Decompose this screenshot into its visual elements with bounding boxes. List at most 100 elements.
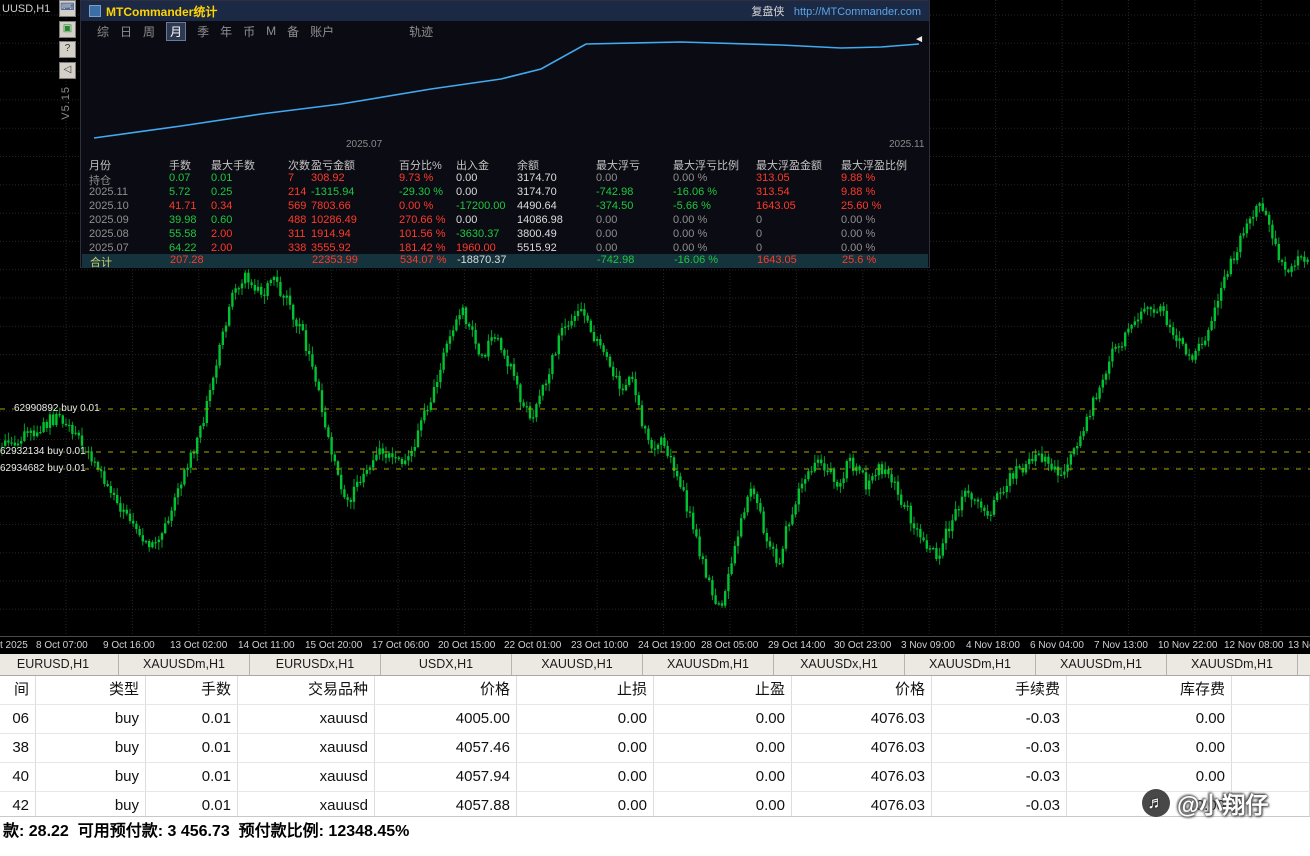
stats-cell: 3800.49 bbox=[517, 228, 557, 240]
commander-panel[interactable]: MTCommander统计 复盘侠 http://MTCommander.com… bbox=[80, 0, 930, 268]
trade-row[interactable]: 38buy0.01xauusd4057.460.000.004076.03-0.… bbox=[0, 734, 1310, 763]
time-axis-label: 8 Oct 07:00 bbox=[36, 640, 88, 651]
commander-menu-item[interactable]: M bbox=[266, 24, 276, 38]
commander-menu: 综日周月季年币M备账户 轨迹 bbox=[81, 21, 929, 41]
stats-cell: 3174.70 bbox=[517, 186, 557, 198]
chart-tab[interactable]: XAUUSD,H1 bbox=[512, 654, 643, 675]
brand-label: 复盘侠 bbox=[751, 6, 784, 18]
help-icon[interactable]: ? bbox=[59, 41, 76, 58]
trade-cell: 手数 bbox=[146, 676, 238, 704]
watermark: ♬ @小翔仔 bbox=[1142, 786, 1268, 820]
trade-cell: 40 bbox=[0, 763, 36, 791]
stats-cell: 0.25 bbox=[211, 186, 232, 198]
stats-cell: 0.60 bbox=[211, 214, 232, 226]
indicator-icon[interactable]: ▣ bbox=[59, 21, 76, 38]
commander-menu-item[interactable]: 季 bbox=[197, 23, 209, 40]
stats-cell: 0.00 bbox=[456, 172, 477, 184]
equity-axis-label: 2025.11 bbox=[889, 139, 924, 150]
stats-cell: 4490.64 bbox=[517, 200, 557, 212]
stats-cell: 2025.10 bbox=[89, 200, 129, 212]
commander-titlebar[interactable]: MTCommander统计 复盘侠 http://MTCommander.com bbox=[81, 1, 929, 21]
trade-cell: 间 bbox=[0, 676, 36, 704]
stats-cell: 3555.92 bbox=[311, 242, 351, 254]
chart-tab[interactable]: EURUSD,H1 bbox=[0, 654, 119, 675]
stats-cell: -3630.37 bbox=[456, 228, 499, 240]
stats-cell: 最大浮亏比例 bbox=[673, 157, 739, 173]
music-note-icon: ♬ bbox=[1142, 789, 1170, 817]
time-axis-label: 24 Oct 19:00 bbox=[638, 640, 695, 651]
trade-cell: buy bbox=[36, 763, 146, 791]
chart-tab[interactable]: XAUUSDm,H1 bbox=[119, 654, 250, 675]
keyboard-icon[interactable]: ⌨ bbox=[59, 0, 76, 17]
stats-cell: 0.00 % bbox=[841, 242, 875, 254]
stats-cell: 0.00 bbox=[596, 214, 617, 226]
stats-cell: 0.07 bbox=[169, 172, 190, 184]
commander-menu-item[interactable]: 备 bbox=[287, 23, 299, 40]
time-axis[interactable]: t 20258 Oct 07:009 Oct 16:0013 Oct 02:00… bbox=[0, 636, 1310, 654]
time-axis-label: 10 Nov 22:00 bbox=[1158, 640, 1218, 651]
stats-cell: 0 bbox=[756, 228, 762, 240]
stats-cell: 270.66 % bbox=[399, 214, 445, 226]
order-line-label[interactable]: 62934682 buy 0.01 bbox=[0, 463, 86, 474]
stats-header-row: 月份手数最大手数次数盈亏金额百分比%出入金余额最大浮亏最大浮亏比例最大浮盈金额最… bbox=[81, 157, 929, 171]
stats-cell: 盈亏金额 bbox=[311, 157, 355, 173]
commander-menu-item[interactable]: 月 bbox=[166, 22, 186, 41]
chart-end-arrow-icon[interactable]: ◄ bbox=[914, 34, 924, 45]
stats-cell: 534.07 % bbox=[400, 254, 446, 266]
trade-cell: 0.01 bbox=[146, 763, 238, 791]
chart-tab[interactable]: USDX,H1 bbox=[381, 654, 512, 675]
stats-cell: 0.00 % bbox=[841, 214, 875, 226]
stats-cell: 338 bbox=[288, 242, 306, 254]
stats-cell: 0.00 % bbox=[841, 228, 875, 240]
commander-menu-item[interactable]: 账户 bbox=[310, 23, 334, 40]
stats-cell: 9.88 % bbox=[841, 172, 875, 184]
stats-cell: 7 bbox=[288, 172, 294, 184]
stats-cell: 2025.07 bbox=[89, 242, 129, 254]
commander-menu-item-track[interactable]: 轨迹 bbox=[409, 23, 433, 40]
chart-tab[interactable]: XAUUSDm,H1 bbox=[1036, 654, 1167, 675]
time-axis-label: 22 Oct 01:00 bbox=[504, 640, 561, 651]
commander-menu-item[interactable]: 年 bbox=[220, 23, 232, 40]
chart-tab[interactable]: XAUUSDx,H1 bbox=[774, 654, 905, 675]
stats-cell: -742.98 bbox=[596, 186, 633, 198]
chart-tab[interactable]: XAUUSDm,H1 bbox=[905, 654, 1036, 675]
brand-url-link[interactable]: http://MTCommander.com bbox=[794, 6, 921, 18]
stats-cell: -29.30 % bbox=[399, 186, 443, 198]
chart-tab[interactable]: EURUSDx,H1 bbox=[250, 654, 381, 675]
symbol-period-label: UUSD,H1 bbox=[2, 3, 50, 15]
order-line-label[interactable]: 62932134 buy 0.01 bbox=[0, 446, 86, 457]
order-line-label[interactable]: 62990892 buy 0.01 bbox=[14, 403, 100, 414]
trade-cell: 0.00 bbox=[517, 734, 654, 762]
commander-menu-item[interactable]: 日 bbox=[120, 23, 132, 40]
stats-cell: 手数 bbox=[169, 157, 191, 173]
stats-cell: 次数 bbox=[288, 157, 310, 173]
time-axis-label: 30 Oct 23:00 bbox=[834, 640, 891, 651]
trade-cell: 价格 bbox=[375, 676, 517, 704]
collapse-icon[interactable]: ◁ bbox=[59, 62, 76, 79]
time-axis-label: 9 Oct 16:00 bbox=[103, 640, 155, 651]
trade-cell: buy bbox=[36, 705, 146, 733]
stats-cell: 0.00 bbox=[456, 186, 477, 198]
chart-tab[interactable]: XAUUSDm,H1 bbox=[643, 654, 774, 675]
stats-cell: 64.22 bbox=[169, 242, 197, 254]
chart-tab[interactable]: XAUUSDm,H1 bbox=[1167, 654, 1298, 675]
trade-cell: 0.00 bbox=[1067, 734, 1232, 762]
stats-cell: 55.58 bbox=[169, 228, 197, 240]
stats-cell: 14086.98 bbox=[517, 214, 563, 226]
trade-cell: 价格 bbox=[792, 676, 932, 704]
chart-tabs-bar: EURUSD,H1XAUUSDm,H1EURUSDx,H1USDX,H1XAUU… bbox=[0, 654, 1310, 676]
trade-cell: 手续费 bbox=[932, 676, 1067, 704]
trade-row[interactable]: 40buy0.01xauusd4057.940.000.004076.03-0.… bbox=[0, 763, 1310, 792]
stats-cell: 5.72 bbox=[169, 186, 190, 198]
stats-cell: 214 bbox=[288, 186, 306, 198]
equity-axis-label: 2025.07 bbox=[346, 139, 382, 150]
trade-cell: 交易品种 bbox=[238, 676, 375, 704]
commander-title: MTCommander统计 bbox=[106, 3, 217, 20]
trade-header-row: 间类型手数交易品种价格止损止盈价格手续费库存费 bbox=[0, 676, 1310, 705]
commander-menu-item[interactable]: 币 bbox=[243, 23, 255, 40]
stats-cell: 2025.09 bbox=[89, 214, 129, 226]
commander-menu-item[interactable]: 周 bbox=[143, 23, 155, 40]
commander-menu-item[interactable]: 综 bbox=[97, 23, 109, 40]
trade-row[interactable]: 06buy0.01xauusd4005.000.000.004076.03-0.… bbox=[0, 705, 1310, 734]
trade-cell: 0.00 bbox=[654, 705, 792, 733]
